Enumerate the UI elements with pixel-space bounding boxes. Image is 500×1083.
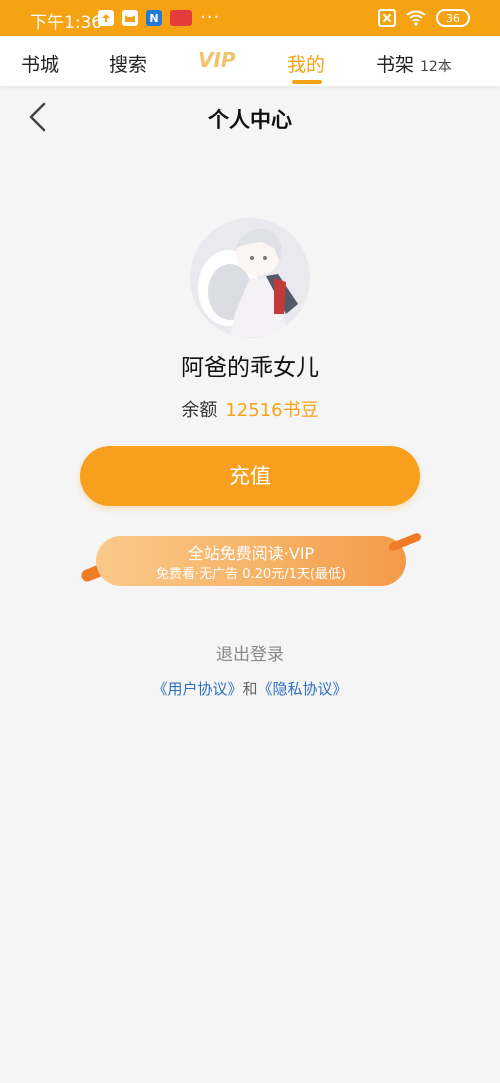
- status-bar: 下午1:36 N ··· 36: [0, 0, 500, 36]
- balance-row: 余额 12516书豆: [0, 396, 500, 422]
- vip-banner-title: 全站免费阅读·VIP: [187, 544, 315, 563]
- agreements-connector: 和: [242, 680, 258, 698]
- page-title: 个人中心: [208, 108, 292, 132]
- active-tab-indicator: [292, 80, 322, 84]
- tab-bookshelf-label: 书架: [376, 54, 415, 76]
- tab-search[interactable]: 搜索: [109, 50, 147, 77]
- status-system-icons: 36: [378, 9, 470, 27]
- tab-bookshelf[interactable]: 书架 12本: [376, 50, 452, 77]
- tab-bookstore[interactable]: 书城: [21, 50, 59, 77]
- more-dots-icon: ···: [200, 7, 221, 28]
- upload-icon: [98, 10, 114, 26]
- sim-icon: [378, 9, 396, 27]
- balance-value: 12516书豆: [225, 400, 319, 421]
- user-agreement-link[interactable]: 《用户协议》: [152, 680, 242, 698]
- bookshelf-count: 12本: [420, 59, 452, 75]
- username: 阿爸的乖女儿: [181, 355, 319, 381]
- agreements-row: 《用户协议》和《隐私协议》: [0, 678, 500, 699]
- privacy-agreement-link[interactable]: 《隐私协议》: [258, 680, 348, 698]
- top-nav-tabs: 书城 搜索 VIP 我的 书架 12本: [0, 36, 500, 86]
- status-time: 下午1:36: [30, 13, 103, 33]
- wifi-icon: [406, 10, 426, 26]
- tab-mine[interactable]: 我的: [287, 50, 325, 77]
- recharge-button[interactable]: 充值: [80, 446, 420, 506]
- vip-banner-subtitle: 免费看·无广告 0.20元/1天(最低): [155, 567, 346, 582]
- battery-icon: 36: [436, 9, 470, 27]
- cat-app-icon: [122, 10, 138, 26]
- n-app-icon: N: [146, 10, 162, 26]
- tab-vip[interactable]: VIP: [198, 48, 236, 72]
- balance-label: 余额: [181, 400, 218, 421]
- avatar[interactable]: [190, 218, 310, 338]
- vip-promo-banner[interactable]: 全站免费阅读·VIP 免费看·无广告 0.20元/1天(最低): [96, 536, 406, 586]
- red-app-icon: [170, 10, 192, 26]
- status-notification-icons: N ···: [98, 7, 221, 28]
- logout-button[interactable]: 退出登录: [0, 640, 500, 665]
